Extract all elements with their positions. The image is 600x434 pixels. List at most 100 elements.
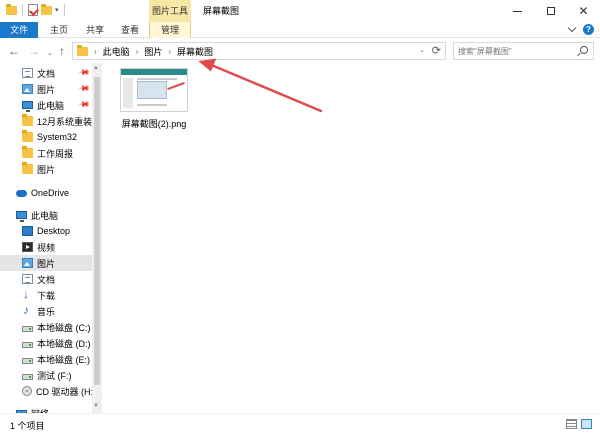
sidebar-item-this-pc-quick[interactable]: 此电脑 📌	[0, 97, 92, 113]
sidebar-scrollbar[interactable]: ▲ ▼	[92, 63, 102, 413]
large-icons-view-icon[interactable]	[581, 419, 592, 429]
sidebar-item-pictures-folder[interactable]: 图片	[0, 161, 92, 177]
music-icon	[22, 303, 33, 317]
address-history-dropdown-icon[interactable]: ⌄	[419, 46, 425, 54]
folder-icon	[22, 114, 33, 126]
window-title: 屏幕截图	[203, 6, 240, 16]
sidebar-item-videos[interactable]: 视频	[0, 239, 92, 255]
close-icon: ✕	[578, 4, 589, 18]
sidebar-item-label: 此电脑	[37, 100, 65, 111]
details-view-icon[interactable]	[566, 419, 577, 429]
picture-tools-tab[interactable]: 图片工具	[149, 0, 191, 22]
forward-button[interactable]: →	[28, 44, 40, 58]
video-icon	[22, 242, 33, 252]
properties-icon[interactable]	[28, 4, 38, 16]
sidebar-item-drive-c[interactable]: 本地磁盘 (C:)	[0, 319, 92, 335]
sidebar-item-pictures[interactable]: 图片	[0, 255, 92, 271]
sidebar-item-label: 图片	[37, 84, 56, 95]
search-box[interactable]	[453, 42, 594, 60]
sidebar-item-label: 图片	[37, 164, 56, 175]
item-count: 1 个项目	[10, 421, 45, 431]
sidebar-item-label: 12月系统重装系	[37, 116, 92, 127]
sidebar-item-folder-reinstall[interactable]: 12月系统重装系	[0, 113, 92, 129]
file-list-pane: 屏幕截图(2).png	[102, 63, 600, 413]
navigation-pane: 文档 📌 图片 📌 此电脑 📌 12月系统重装系 System32 工作周报 图…	[0, 63, 102, 413]
search-icon[interactable]	[580, 46, 588, 54]
sidebar-item-label: 下载	[37, 290, 56, 301]
minimize-icon	[513, 10, 522, 12]
sidebar-item-pictures-quick[interactable]: 图片 📌	[0, 81, 92, 97]
ribbon-right-controls: ?	[567, 23, 594, 35]
toolbar-divider	[22, 4, 23, 16]
sidebar-item-downloads[interactable]: 下载	[0, 287, 92, 303]
pin-icon: 📌	[77, 97, 91, 112]
image-thumbnail[interactable]	[120, 68, 188, 112]
sidebar-item-onedrive[interactable]: OneDrive	[0, 185, 92, 201]
tab-view[interactable]: 查看	[117, 22, 143, 38]
back-button[interactable]: ←	[8, 44, 20, 58]
scroll-down-icon[interactable]: ▼	[93, 403, 99, 409]
recent-locations-dropdown[interactable]: ⌄	[47, 47, 53, 61]
sidebar-item-label: CD 驱动器 (H:)	[36, 386, 92, 397]
sidebar-item-documents-quick[interactable]: 文档 📌	[0, 65, 92, 81]
pictures-icon	[22, 84, 33, 94]
thumbnail-line	[137, 104, 167, 106]
new-folder-icon[interactable]	[41, 3, 52, 15]
breadcrumb-this-pc[interactable]: 此电脑	[103, 45, 130, 58]
breadcrumb-separator-icon: ›	[168, 46, 172, 56]
document-icon	[22, 68, 33, 78]
refresh-button[interactable]: ⟳	[432, 44, 441, 57]
sidebar-item-label: 视频	[37, 242, 56, 253]
thumbnail-line	[137, 78, 177, 80]
sidebar-item-label: 此电脑	[31, 210, 59, 221]
pin-icon: 📌	[77, 65, 91, 80]
sidebar-item-music[interactable]: 音乐	[0, 303, 92, 319]
ribbon-tabs: 文件 主页 共享 查看 管理 ?	[0, 22, 600, 38]
sidebar-item-drive-d[interactable]: 本地磁盘 (D:)	[0, 335, 92, 351]
sidebar-item-desktop[interactable]: Desktop	[0, 223, 92, 239]
sidebar-item-label: System32	[37, 132, 78, 142]
status-bar: 1 个项目	[0, 413, 600, 434]
expand-ribbon-icon[interactable]	[567, 23, 577, 33]
scroll-up-icon[interactable]: ▲	[93, 65, 99, 71]
pin-icon: 📌	[77, 81, 91, 96]
thumbnail-image	[137, 81, 167, 99]
close-button[interactable]: ✕	[567, 0, 600, 22]
sidebar-item-this-pc[interactable]: 此电脑	[0, 207, 92, 223]
sidebar-item-system32[interactable]: System32	[0, 129, 92, 145]
sidebar-item-label: 图片	[37, 258, 56, 269]
maximize-icon	[546, 7, 555, 15]
sidebar-item-network[interactable]: 网络	[0, 405, 92, 413]
tab-home[interactable]: 主页	[46, 22, 72, 38]
breadcrumb-separator-icon: ›	[94, 46, 97, 56]
title-bar: ▾ 图片工具 屏幕截图 ✕	[0, 0, 600, 22]
thumbnail-sidebar	[123, 78, 133, 108]
breadcrumb-separator-icon: ›	[135, 46, 139, 56]
tab-share[interactable]: 共享	[82, 22, 108, 38]
sidebar-item-label: Desktop	[37, 226, 71, 236]
sidebar-item-weekly-report[interactable]: 工作周报	[0, 145, 92, 161]
sidebar-item-documents[interactable]: 文档	[0, 271, 92, 287]
sidebar-item-drive-e[interactable]: 本地磁盘 (E:)	[0, 351, 92, 367]
file-name: 屏幕截图(2).png	[121, 119, 187, 129]
desktop-icon	[22, 226, 33, 236]
sidebar-item-drive-f[interactable]: 测试 (F:)	[0, 367, 92, 383]
tab-file[interactable]: 文件	[0, 22, 38, 38]
sidebar-item-label: 文档	[37, 274, 56, 285]
search-input[interactable]	[454, 43, 572, 59]
maximize-button[interactable]	[534, 0, 567, 22]
minimize-button[interactable]	[501, 0, 534, 22]
help-icon[interactable]: ?	[583, 24, 594, 35]
sidebar-item-label: 音乐	[37, 306, 56, 317]
tab-manage[interactable]: 管理	[149, 22, 191, 38]
up-button[interactable]: ↑	[59, 44, 65, 58]
customize-toolbar-dropdown-icon[interactable]: ▾	[55, 6, 59, 14]
breadcrumb-pictures[interactable]: 图片	[144, 45, 162, 58]
scrollbar-thumb[interactable]	[94, 77, 100, 385]
sidebar-item-label: OneDrive	[31, 188, 70, 198]
sidebar-item-cd-drive[interactable]: CD 驱动器 (H:)	[0, 383, 92, 399]
sidebar-item-label: 测试 (F:)	[37, 370, 72, 381]
file-item[interactable]: 屏幕截图(2).png	[120, 68, 190, 130]
view-switcher	[566, 419, 592, 429]
drive-icon	[22, 341, 33, 348]
